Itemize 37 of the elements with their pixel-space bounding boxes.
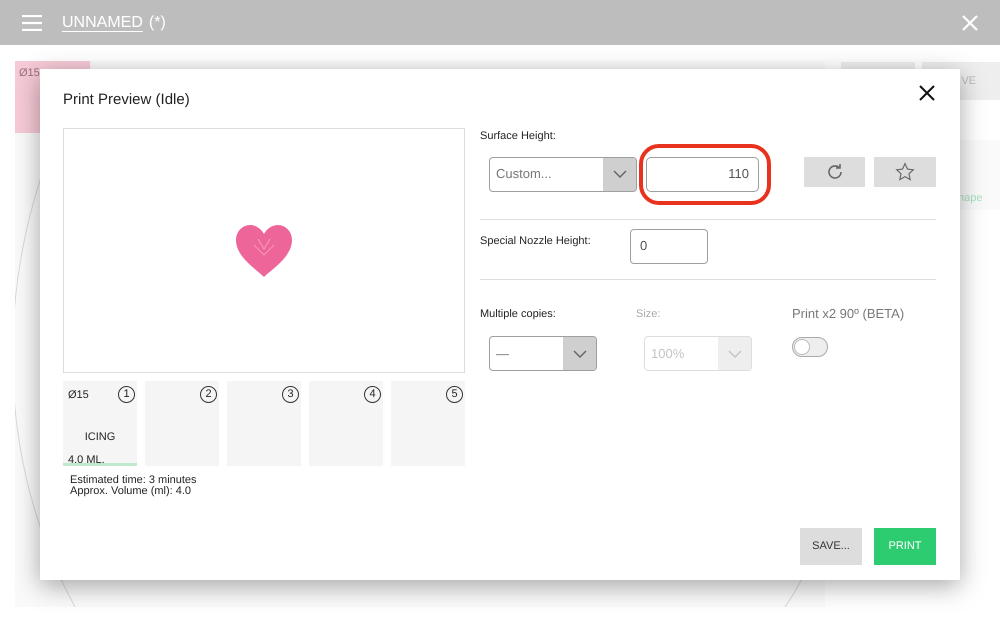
chevron-down-icon (728, 350, 742, 358)
preset-dropdown[interactable]: Custom... (489, 156, 637, 192)
favorite-button[interactable] (874, 156, 936, 186)
chevron-down-icon (612, 170, 626, 178)
slot-card[interactable]: 2 (145, 381, 219, 466)
copies-dropdown[interactable]: — (489, 336, 597, 371)
heart-drawing (236, 224, 292, 276)
refresh-icon (826, 162, 844, 180)
field-label: Multiple copies: (480, 306, 557, 322)
nozzle-diameter: Ø15 (68, 388, 89, 403)
slot-number: 3 (282, 386, 299, 403)
estimate-text: Approx. Volume (ml): 4.0 (70, 486, 192, 497)
field-label: Size: (636, 306, 662, 322)
field-label: Surface Height: (480, 129, 557, 144)
surface-height-field[interactable]: 110 (646, 156, 759, 192)
estimate-text: Estimated time: 3 minutes (70, 475, 198, 486)
field-label: Special Nozzle Height: (480, 234, 592, 248)
slot-card[interactable]: Ø15 1 ICING 4.0 ML. (63, 381, 137, 466)
slot-number: 2 (200, 386, 217, 403)
dialog-title: Print Preview (Idle) (63, 90, 191, 110)
star-icon (895, 162, 915, 182)
toggle-switch[interactable] (792, 337, 828, 357)
slot-card[interactable]: 3 (227, 381, 301, 466)
slot-number: 5 (446, 386, 463, 403)
chevron-down-icon (572, 350, 586, 358)
modified-marker: (*) (148, 12, 166, 32)
slot-card[interactable]: 4 (309, 381, 383, 466)
nozzle-height-field[interactable]: 0 (630, 228, 708, 264)
save-button[interactable]: SAVE... (800, 528, 862, 565)
volume-label: 4.0 ML. (68, 453, 105, 468)
reset-button[interactable] (804, 156, 865, 186)
close-icon[interactable] (919, 85, 935, 101)
slot-card[interactable]: 5 (391, 381, 465, 466)
material-label: ICING (84, 430, 116, 445)
toggle-label: Print x2 90º (BETA) (792, 304, 904, 323)
slot-number: 1 (118, 386, 135, 403)
slot-number: 4 (364, 386, 381, 403)
